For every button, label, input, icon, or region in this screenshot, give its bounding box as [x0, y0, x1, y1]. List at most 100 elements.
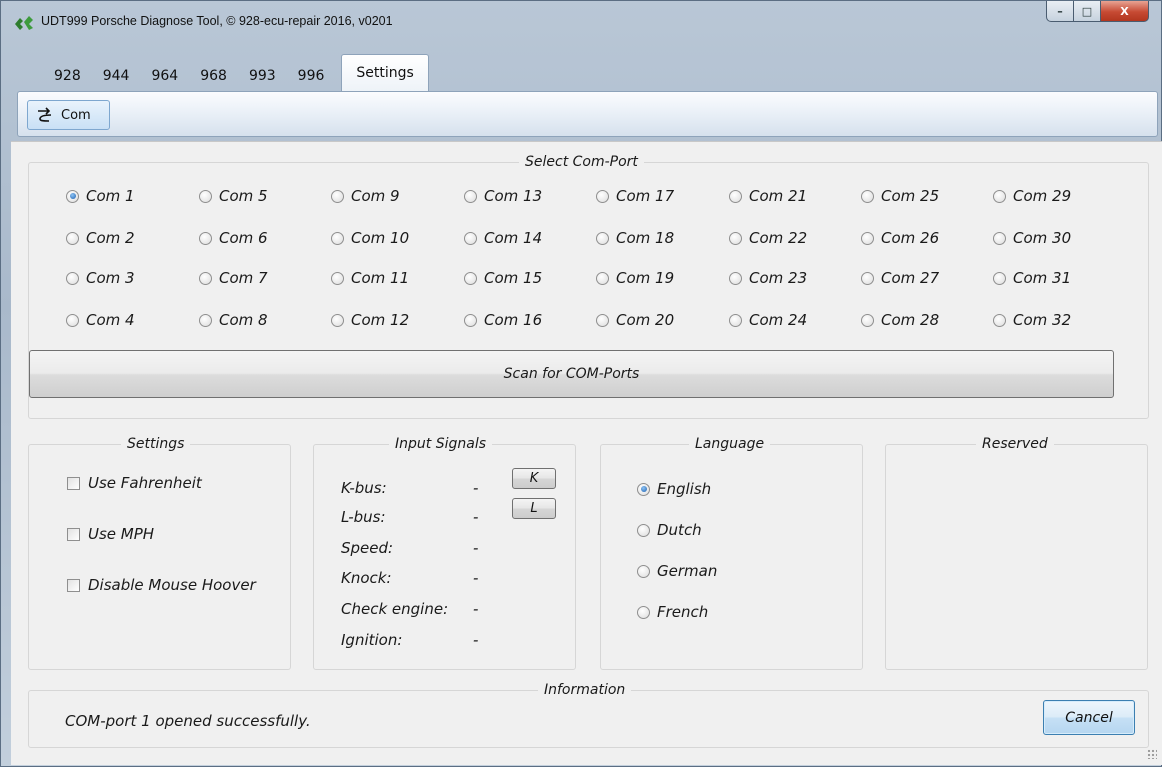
k-button[interactable]: K: [512, 468, 556, 489]
com-port-radio-15[interactable]: Com 15: [464, 269, 542, 287]
com-port-radio-30[interactable]: Com 30: [993, 229, 1071, 247]
tab-996[interactable]: 996: [287, 61, 336, 91]
com-port-radio-26[interactable]: Com 26: [861, 229, 939, 247]
com-port-radio-22[interactable]: Com 22: [729, 229, 807, 247]
use-fahrenheit-checkbox[interactable]: Use Fahrenheit: [67, 474, 202, 492]
ribbon-toolbar: Com: [17, 91, 1158, 137]
com-port-radio-10[interactable]: Com 10: [331, 229, 409, 247]
knock-label: Knock:: [341, 569, 392, 587]
com-port-radio-20[interactable]: Com 20: [596, 311, 674, 329]
language-label: French: [657, 603, 709, 621]
language-label: Dutch: [657, 521, 702, 539]
language-group-title: Language: [689, 436, 771, 452]
l-bus-value: -: [473, 508, 479, 526]
com-port-radio-3[interactable]: Com 3: [66, 269, 135, 287]
speed-label: Speed:: [341, 539, 394, 557]
settings-content: Select Com-Port Com 1 Com 2 Com 3 Com 4 Com …: [11, 141, 1162, 765]
radio-dot: [637, 523, 650, 537]
com-port-label: Com 17: [616, 187, 675, 205]
com-port-radio-12[interactable]: Com 12: [331, 311, 409, 329]
tab-964[interactable]: 964: [140, 61, 189, 91]
com-port-radio-2[interactable]: Com 2: [66, 229, 135, 247]
com-port-radio-6[interactable]: Com 6: [199, 229, 268, 247]
maximize-icon: □: [1081, 4, 1093, 18]
radio-dot: [729, 189, 742, 203]
app-logo-icon: [15, 16, 33, 30]
com-port-label: Com 2: [86, 229, 135, 247]
window-title: UDT999 Porsche Diagnose Tool, © 928-ecu-…: [41, 14, 393, 28]
app-window: UDT999 Porsche Diagnose Tool, © 928-ecu-…: [0, 0, 1162, 767]
disable-mouse-hoover-checkbox[interactable]: Disable Mouse Hoover: [67, 576, 256, 594]
check-engine-label: Check engine:: [341, 600, 449, 618]
scan-com-ports-button[interactable]: Scan for COM-Ports: [29, 350, 1114, 398]
com-port-label: Com 26: [881, 229, 940, 247]
radio-dot: [66, 189, 79, 203]
language-radio-french[interactable]: French: [637, 603, 708, 621]
language-radio-dutch[interactable]: Dutch: [637, 521, 702, 539]
com-port-radio-16[interactable]: Com 16: [464, 311, 542, 329]
com-port-radio-1[interactable]: Com 1: [66, 187, 135, 205]
radio-dot: [331, 189, 344, 203]
minimize-button[interactable]: –: [1046, 1, 1074, 22]
language-radio-german[interactable]: German: [637, 562, 717, 580]
com-port-radio-18[interactable]: Com 18: [596, 229, 674, 247]
com-port-radio-17[interactable]: Com 17: [596, 187, 674, 205]
com-port-radio-21[interactable]: Com 21: [729, 187, 807, 205]
com-port-label: Com 31: [1013, 269, 1072, 287]
radio-dot: [993, 231, 1006, 245]
tab-settings[interactable]: Settings: [341, 54, 429, 91]
speed-value: -: [473, 539, 479, 557]
k-bus-value: -: [473, 479, 479, 497]
close-button[interactable]: X: [1101, 1, 1149, 22]
knock-value: -: [473, 569, 479, 587]
com-port-radio-4[interactable]: Com 4: [66, 311, 135, 329]
radio-dot: [66, 313, 79, 327]
title-bar[interactable]: UDT999 Porsche Diagnose Tool, © 928-ecu-…: [1, 1, 1161, 45]
reserved-group: Reserved: [885, 436, 1148, 670]
maximize-button[interactable]: □: [1074, 1, 1101, 22]
com-port-label: Com 9: [351, 187, 400, 205]
use-mph-checkbox[interactable]: Use MPH: [67, 525, 154, 543]
tab-944[interactable]: 944: [92, 61, 141, 91]
com-port-radio-8[interactable]: Com 8: [199, 311, 268, 329]
com-port-label: Com 1: [86, 187, 135, 205]
use-fahrenheit-label: Use Fahrenheit: [88, 474, 202, 492]
com-port-label: Com 4: [86, 311, 135, 329]
com-port-radio-28[interactable]: Com 28: [861, 311, 939, 329]
com-port-radio-13[interactable]: Com 13: [464, 187, 542, 205]
com-port-radio-29[interactable]: Com 29: [993, 187, 1071, 205]
radio-dot: [596, 271, 609, 285]
com-port-radio-14[interactable]: Com 14: [464, 229, 542, 247]
tab-968[interactable]: 968: [189, 61, 238, 91]
com-arrows-icon: [38, 107, 52, 122]
com-button[interactable]: Com: [27, 100, 110, 130]
com-port-radio-7[interactable]: Com 7: [199, 269, 268, 287]
radio-dot: [637, 564, 650, 578]
com-port-radio-19[interactable]: Com 19: [596, 269, 674, 287]
com-port-radio-24[interactable]: Com 24: [729, 311, 807, 329]
com-port-radio-5[interactable]: Com 5: [199, 187, 268, 205]
com-port-radio-32[interactable]: Com 32: [993, 311, 1071, 329]
com-port-label: Com 14: [484, 229, 543, 247]
com-port-radio-11[interactable]: Com 11: [331, 269, 409, 287]
tab-928[interactable]: 928: [43, 61, 92, 91]
com-port-radio-27[interactable]: Com 27: [861, 269, 939, 287]
cancel-button[interactable]: Cancel: [1043, 700, 1135, 735]
tab-993[interactable]: 993: [238, 61, 287, 91]
ignition-value: -: [473, 631, 479, 649]
com-port-radio-31[interactable]: Com 31: [993, 269, 1071, 287]
radio-dot: [464, 231, 477, 245]
language-radio-english[interactable]: English: [637, 480, 711, 498]
resize-grip[interactable]: [1147, 749, 1157, 759]
language-label: German: [657, 562, 718, 580]
model-tabs: 928 944 964 968 993 996 Settings: [43, 53, 429, 91]
com-port-radio-25[interactable]: Com 25: [861, 187, 939, 205]
l-button[interactable]: L: [512, 498, 556, 519]
language-group: Language: [600, 436, 863, 670]
com-port-label: Com 13: [484, 187, 543, 205]
com-port-label: Com 6: [219, 229, 268, 247]
radio-dot: [199, 231, 212, 245]
com-port-radio-9[interactable]: Com 9: [331, 187, 400, 205]
com-port-label: Com 3: [86, 269, 135, 287]
com-port-radio-23[interactable]: Com 23: [729, 269, 807, 287]
